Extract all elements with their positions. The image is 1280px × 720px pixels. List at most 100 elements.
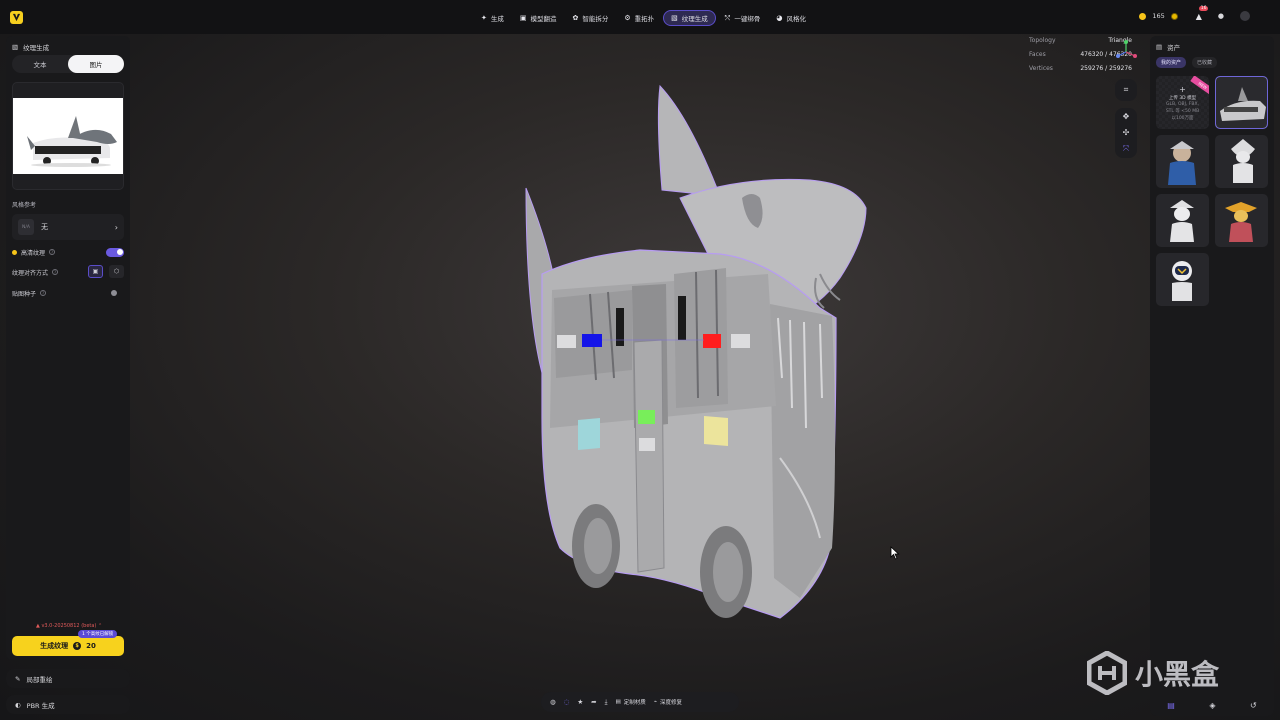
new-badge: NEW [1189,76,1209,96]
input-mode-tabs: 文本 图片 [12,55,124,73]
seed-label: 贴图种子 [12,290,37,298]
pbr-generate-button[interactable]: ◐ PBR 生成 [6,695,130,714]
reference-image[interactable] [12,82,124,190]
asset-preview [1168,141,1196,185]
asset-preview [1231,139,1255,183]
help-icon[interactable]: ? [40,290,47,296]
pbr-icon: ◐ [15,700,21,709]
depth-repaint-button[interactable]: ⌁ 深度修复 [654,698,682,706]
local-repaint-button[interactable]: ✎ 局部重绘 [6,669,130,688]
download-icon[interactable]: ⤓ [605,698,608,707]
asset-list-icon[interactable]: ▤ [1167,701,1175,710]
generate-texture-button[interactable]: 生成纹理 $ 20 [12,636,124,656]
version-label[interactable]: ▲ v3.0-20250812 (beta) ⌃ [36,623,102,629]
style-thumb: N/A [18,219,34,235]
box-icon: ▣ [519,14,527,22]
asset-thumb-robot[interactable] [1156,253,1209,306]
upload-hint: GLB, OBJ, FBX, [1166,101,1199,107]
history-icon[interactable]: ↺ [1250,701,1257,710]
nav-label: 一键绑骨 [734,15,761,23]
3d-model-viewport[interactable] [520,78,880,652]
refresh-icon[interactable]: ◌ [564,698,570,706]
nav-model-remake[interactable]: ▣ 模型翻造 [513,10,564,26]
rotate-icon[interactable]: ✣ [1123,128,1130,137]
mouse-cursor-icon [890,546,900,560]
assets-title: ▤ 资产 [1156,42,1180,52]
texture-icon: ▧ [12,43,19,51]
grid-icon: ⌗ [1123,85,1129,94]
globe-icon[interactable]: ◍ [550,698,556,706]
notification-badge: 16 [1198,5,1209,11]
asset-thumb-shark-figure[interactable] [1215,135,1268,188]
nav-label: 模型翻造 [530,15,557,23]
watermark-logo-icon [1087,651,1127,695]
repair-icon: ⌁ [653,699,658,705]
nav-generate[interactable]: ✦ 生成 [474,10,511,26]
move-icon[interactable]: ✥ [1123,112,1130,121]
top-bar: ✦ 生成 ▣ 模型翻造 ✿ 智能拆分 ⚙ 重拓扑 ▧ 纹理生成 ⤲ 一键绑骨 ◕ 风格化 16… [0,0,1280,34]
nav-stylize[interactable]: ◕ 风格化 [769,10,813,26]
top-right-area: 165 ▲ 16 ● [1139,5,1250,21]
material-icon: ▤ [615,699,621,705]
asset-preview [1170,200,1194,242]
style-value: 无 [41,223,48,231]
layers-icon[interactable]: ◈ [1209,701,1215,710]
axis-gizmo-icon[interactable] [1113,38,1139,64]
asset-thumb-character[interactable] [1156,135,1209,188]
bell-icon[interactable]: ▲ 16 [1196,5,1209,21]
depth-repaint-label: 深度修复 [660,700,683,706]
hd-texture-toggle[interactable] [106,247,124,257]
hd-texture-row: 高清纹理 ? [12,246,124,258]
asset-thumb-shark-bus[interactable] [1215,76,1268,129]
shark-bus-thumbnail [27,116,117,167]
gear-icon: ⚙ [624,14,631,22]
shark-bus-model [525,84,867,619]
app-logo[interactable] [10,11,23,24]
help-icon[interactable]: ? [49,249,56,255]
align-model-icon[interactable]: ⬡ [109,265,124,278]
nav-label: 生成 [490,15,504,23]
nav-auto-rig[interactable]: ⤲ 一键绑骨 [718,10,768,26]
texture-align-row: 纹理对齐方式 ? ▣ ⬡ [12,265,124,278]
panel-title-text: 纹理生成 [23,44,50,52]
nav-label: 纹理生成 [681,15,708,23]
tab-my-assets[interactable]: 我的资产 [1156,57,1187,68]
style-ref-label: 风格参考 [12,202,37,209]
nav-smart-split[interactable]: ✿ 智能拆分 [566,10,616,26]
nav-retopology[interactable]: ⚙ 重拓扑 [617,10,661,26]
watermark-text: 小黑盒 [1135,658,1220,691]
grid-tool[interactable]: ⌗ [1115,79,1137,101]
plus-icon: + [1179,84,1186,94]
chat-icon[interactable]: ● [1218,12,1224,20]
texture-icon: ▧ [671,14,678,22]
share-icon[interactable]: ➦ [591,698,596,706]
asset-thumb-colored-figure[interactable] [1215,194,1268,247]
unlock-tag: 1 个高纹已解锁 [78,630,118,638]
brush-icon: ✎ [15,674,21,683]
info-key: Vertices [1029,65,1053,72]
scale-icon[interactable]: ⤧ [1123,144,1129,154]
style-ref-select[interactable]: N/A 无 › [12,214,124,240]
align-image-icon[interactable]: ▣ [88,265,103,278]
texture-align-label: 纹理对齐方式 [12,269,49,277]
upload-label: 上传 3D 模型 [1168,95,1197,101]
vertices-info: Vertices 259276 / 259276 [1029,65,1132,72]
seed-toggle[interactable] [106,289,124,298]
tab-favorites[interactable]: 已收藏 [1192,57,1218,68]
help-icon[interactable]: ? [52,269,59,275]
watermark: 小黑盒 [1087,651,1219,695]
star-icon[interactable]: ★ [577,698,583,706]
upload-hint: STL 等 <50 MB [1165,108,1200,114]
upload-model-card[interactable]: + 上传 3D 模型 GLB, OBJ, FBX, STL 等 <50 MB 以… [1156,76,1209,129]
upload-hint: 以100万面 [1171,115,1194,121]
generate-cost: 20 [86,642,96,650]
custom-material-button[interactable]: ▤ 定制材质 [616,698,646,706]
currency-icon[interactable] [1170,12,1178,20]
asset-thumb-white-figure[interactable] [1156,194,1209,247]
palette-icon: ◕ [776,14,783,22]
tab-image[interactable]: 图片 [68,55,124,73]
avatar[interactable] [1240,11,1250,21]
nav-texture-generate[interactable]: ▧ 纹理生成 [663,10,716,26]
chevron-right-icon: › [114,222,118,232]
tab-text[interactable]: 文本 [12,55,68,73]
